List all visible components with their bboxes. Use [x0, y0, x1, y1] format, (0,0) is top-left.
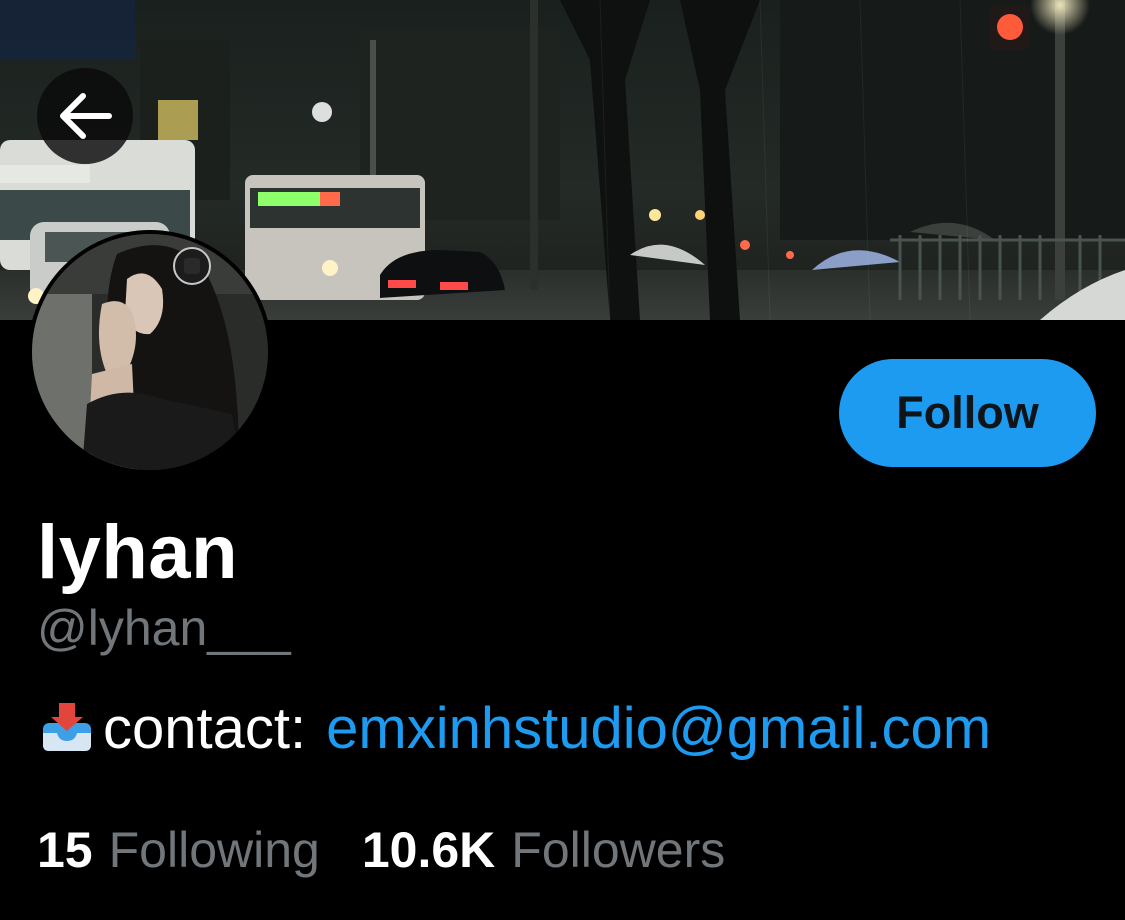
- back-arrow-icon: [60, 93, 112, 139]
- bio-email-link[interactable]: emxinhstudio@gmail.com: [326, 696, 991, 762]
- user-handle: @lyhan___: [37, 600, 291, 656]
- avatar-image: [32, 234, 268, 470]
- following-label: Following: [108, 822, 320, 878]
- profile-stats: 15 Following 10.6K Followers: [37, 820, 725, 880]
- inbox-tray-icon: [37, 699, 97, 759]
- followers-stat[interactable]: 10.6K Followers: [362, 821, 725, 879]
- display-name: lyhan: [37, 510, 238, 595]
- following-count: 15: [37, 822, 93, 878]
- follow-button[interactable]: Follow: [839, 359, 1096, 467]
- back-button[interactable]: [37, 68, 133, 164]
- followers-label: Followers: [511, 822, 726, 878]
- bio-contact-label: contact:: [103, 696, 307, 761]
- followers-count: 10.6K: [361, 822, 496, 878]
- following-stat[interactable]: 15 Following: [37, 821, 320, 879]
- profile-bio: contact: emxinhstudio@gmail.com: [37, 696, 991, 762]
- avatar[interactable]: [28, 230, 272, 474]
